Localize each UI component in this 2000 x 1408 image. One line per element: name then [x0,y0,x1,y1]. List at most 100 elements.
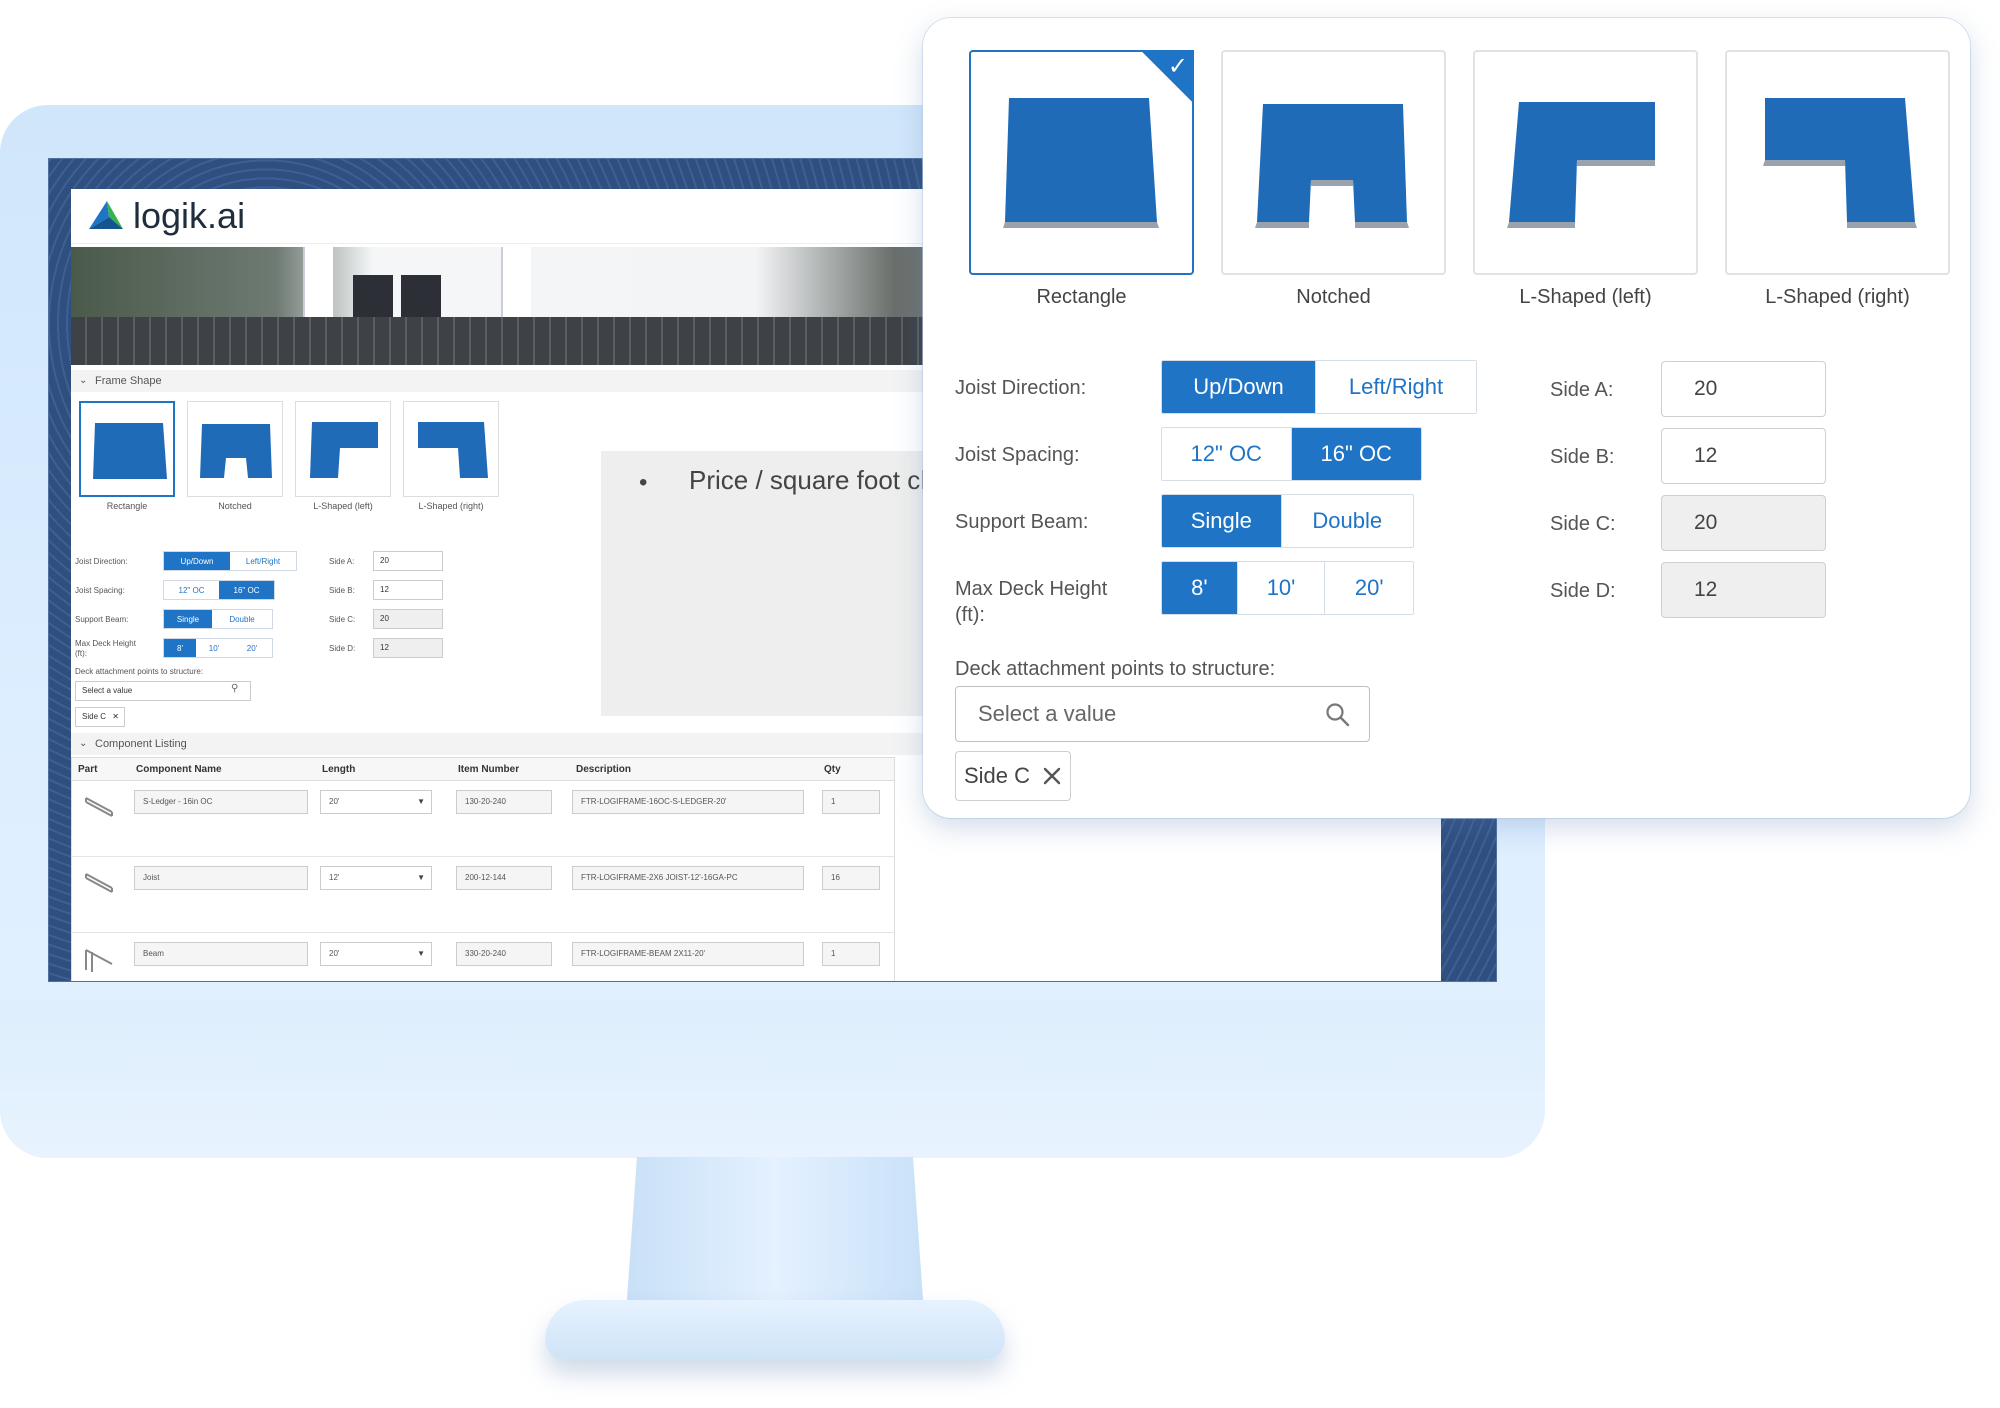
deck-attachment-search-input[interactable]: Select a value [955,686,1370,742]
length-select-value: 20' [329,797,340,806]
joist-direction-toggle: Up/Down Left/Right [1161,360,1477,414]
dropdown-arrow-icon: ▼ [417,873,425,882]
close-icon[interactable]: ✕ [112,712,119,721]
shape-card-notched[interactable] [1221,50,1446,275]
shape-card-l-shaped-right[interactable] [1725,50,1950,275]
joist-direction-left-right-button[interactable]: Left/Right [1316,361,1476,413]
mini-shape-label: L-Shaped (right) [418,501,484,511]
qty-field: 1 [822,790,880,814]
side-b-label: Side B: [329,586,355,595]
length-select[interactable]: 20' ▼ [320,942,432,966]
support-beam-double-button[interactable]: Double [1281,495,1413,547]
notched-shape-icon [200,424,272,478]
shape-label-l-shaped-left: L-Shaped (left) [1519,286,1652,308]
search-icon [1326,703,1350,727]
joist-direction-label: Joist Direction: [955,377,1087,399]
option-10[interactable]: 10' [196,639,232,657]
row-divider [72,932,894,933]
chevron-down-icon: ⌄ [79,375,88,386]
column-header: Item Number [458,764,520,775]
mini-shape-label: Rectangle [106,501,148,511]
description-field: FTR-LOGIFRAME-BEAM 2X11-20' [572,942,804,966]
attachment-chip: Side C ✕ [75,707,125,727]
column-header: Description [576,764,632,775]
side-c-label: Side C: [329,615,356,624]
joist-part-icon [85,873,113,893]
column-header: Length [322,764,356,775]
max-height-label: Max Deck Height [75,639,136,648]
max-deck-height-toggle: 8' 10' 20' [1161,561,1414,615]
dropdown-arrow-icon: ▼ [417,797,425,806]
chip-label: Side C [964,763,1031,788]
side-a-input[interactable]: 20 [1661,361,1826,417]
component-name-field: S-Ledger - 16in OC [134,790,308,814]
max-height-10-button[interactable]: 10' [1237,562,1326,614]
shape-label-rectangle: Rectangle [1036,286,1127,308]
component-table: Part Component Name Length Item Number D… [71,757,895,981]
joist-spacing-toggle: 12" OC 16" OC [163,580,275,600]
check-icon: ✓ [1167,53,1188,80]
mini-shape-label: Notched [218,501,252,511]
shape-card-rectangle[interactable]: ✓ [969,50,1194,275]
joist-spacing-label: Joist Spacing: [955,444,1080,466]
side-d-label: Side D: [1550,580,1616,602]
max-height-toggle: 8' 10' 20' [163,638,273,658]
max-height-8-button[interactable]: 8' [1162,562,1238,614]
shape-label-notched: Notched [1296,286,1371,308]
support-beam-single-button[interactable]: Single [1162,495,1282,547]
side-b-input[interactable]: 12 [373,580,443,600]
dropdown-arrow-icon: ▼ [417,949,425,958]
side-b-input[interactable]: 12 [1661,428,1826,484]
attachment-search-input[interactable]: Select a value [75,681,251,701]
logo-icon [89,201,123,229]
support-beam-label: Support Beam: [955,511,1089,533]
option-8[interactable]: 8' [164,639,196,657]
monitor-base [545,1300,1005,1360]
chevron-down-icon: ⌄ [79,738,88,749]
option-up-down[interactable]: Up/Down [164,552,230,570]
component-name-field: Joist [134,866,308,890]
row-divider [72,856,894,857]
mini-shape-card-rectangle[interactable] [79,401,175,497]
max-deck-height-unit-label: (ft): [955,604,985,626]
joist-spacing-12oc-button[interactable]: 12" OC [1162,428,1292,480]
s-ledger-part-icon [85,797,113,817]
logo-text: logik.ai [133,195,246,236]
component-name-field: Beam [134,942,308,966]
side-c-input: 20 [1661,495,1826,551]
side-a-label: Side A: [1550,379,1614,401]
mini-shape-card-notched[interactable] [187,401,283,497]
mini-shape-card-l-left[interactable] [295,401,391,497]
shape-label-l-shaped-right: L-Shaped (right) [1765,286,1910,308]
option-12-oc[interactable]: 12" OC [164,581,219,599]
max-height-20-button[interactable]: 20' [1325,562,1413,614]
option-single[interactable]: Single [164,610,212,628]
side-a-input[interactable]: 20 [373,551,443,571]
close-icon[interactable] [1042,766,1062,786]
option-double[interactable]: Double [212,610,272,628]
item-number-field: 200-12-144 [456,866,552,890]
item-number-field: 130-20-240 [456,790,552,814]
shape-card-l-shaped-left[interactable] [1473,50,1698,275]
qty-field: 1 [822,942,880,966]
zoomed-configurator-panel: ✓ Rectangle Notched L-Shaped (left) L-Sh… [923,18,1970,818]
side-c-input: 20 [373,609,443,629]
rectangle-shape-icon [93,423,167,479]
deck-attachment-label: Deck attachment points to structure: [955,658,1276,680]
chip-label: Side C [82,712,107,721]
side-d-label: Side D: [329,644,356,653]
option-16-oc[interactable]: 16" OC [219,581,274,599]
option-left-right[interactable]: Left/Right [230,552,296,570]
column-header: Component Name [136,764,222,775]
joist-direction-label: Joist Direction: [75,557,128,566]
option-20[interactable]: 20' [232,639,272,657]
joist-direction-up-down-button[interactable]: Up/Down [1162,361,1316,413]
joist-spacing-16oc-button[interactable]: 16" OC [1291,428,1421,480]
monitor-chin [0,1000,1545,1158]
l-shaped-left-icon [1507,102,1655,228]
length-select-value: 20' [329,949,340,958]
length-select[interactable]: 12' ▼ [320,866,432,890]
mini-shape-card-l-right[interactable] [403,401,499,497]
length-select[interactable]: 20' ▼ [320,790,432,814]
max-height-label-unit: (ft): [75,649,87,658]
